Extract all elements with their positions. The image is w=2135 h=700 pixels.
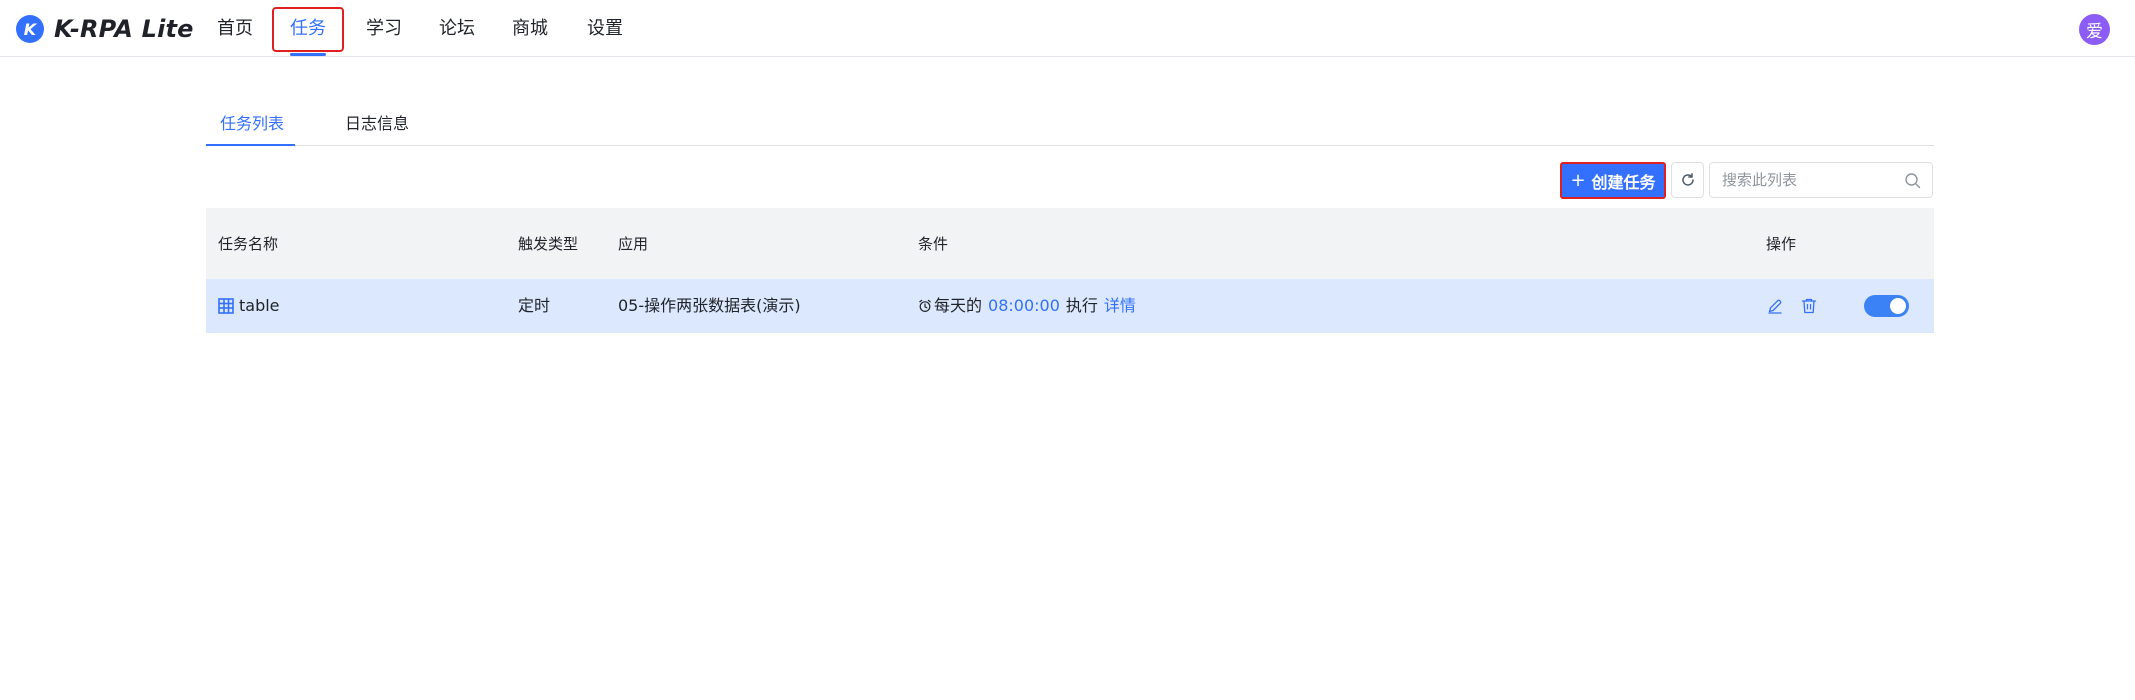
task-table: 任务名称 触发类型 应用 条件 操作 table 定时 05-操作两张数据表(演… [206,208,1934,333]
task-enabled-toggle[interactable] [1864,295,1909,317]
app-title: K-RPA Lite [54,15,194,43]
edit-icon[interactable] [1766,297,1784,315]
search-input[interactable] [1722,169,1892,191]
table-icon [218,298,234,314]
create-task-label: 创建任务 [1591,172,1656,192]
col-condition: 条件 [918,235,949,253]
create-task-button[interactable]: + 创建任务 [1560,162,1666,199]
app-cell: 05-操作两张数据表(演示) [618,296,801,315]
tab-active-underline [206,144,295,146]
refresh-button[interactable] [1671,162,1704,198]
delete-icon[interactable] [1800,297,1818,315]
col-app: 应用 [618,235,649,253]
condition-detail-link[interactable]: 详情 [1104,296,1136,316]
nav-active-underline [290,53,326,56]
top-navbar: K K-RPA Lite 首页 任务 学习 论坛 商城 设置 爱 [0,0,2135,57]
col-actions: 操作 [1766,235,1797,253]
nav-item-forum[interactable]: 论坛 [439,14,475,44]
nav-item-store[interactable]: 商城 [512,14,548,44]
content-tabs: 任务列表 日志信息 [206,106,1934,146]
nav-item-learn[interactable]: 学习 [366,14,402,44]
condition-time: 08:00:00 [988,296,1060,315]
refresh-icon [1681,173,1694,186]
toggle-knob [1890,298,1906,314]
col-trigger-type: 触发类型 [518,235,579,253]
plus-icon: + [1570,170,1586,191]
logo-badge-icon: K [16,15,44,43]
search-box [1709,162,1933,198]
table-row[interactable]: table 定时 05-操作两张数据表(演示) 每天的 08:00:00 执行 … [206,279,1934,333]
nav-active-highlight [272,7,344,52]
task-name-cell: table [218,296,280,316]
user-avatar[interactable]: 爱 [2079,14,2110,45]
nav-item-home[interactable]: 首页 [217,14,253,44]
condition-cell: 每天的 08:00:00 执行 详情 [918,296,1136,316]
table-header: 任务名称 触发类型 应用 条件 操作 [206,208,1934,279]
trigger-type-cell: 定时 [518,296,551,315]
condition-action: 执行 [1065,296,1098,315]
app-logo[interactable]: K K-RPA Lite [16,14,194,44]
nav-item-settings[interactable]: 设置 [587,14,623,44]
task-name[interactable]: table [239,296,280,316]
tab-log-info[interactable]: 日志信息 [345,114,409,134]
tab-task-list[interactable]: 任务列表 [220,114,284,134]
condition-prefix: 每天的 [934,296,983,315]
col-task-name: 任务名称 [218,235,279,253]
search-icon[interactable] [1904,172,1922,190]
alarm-clock-icon [919,299,931,313]
